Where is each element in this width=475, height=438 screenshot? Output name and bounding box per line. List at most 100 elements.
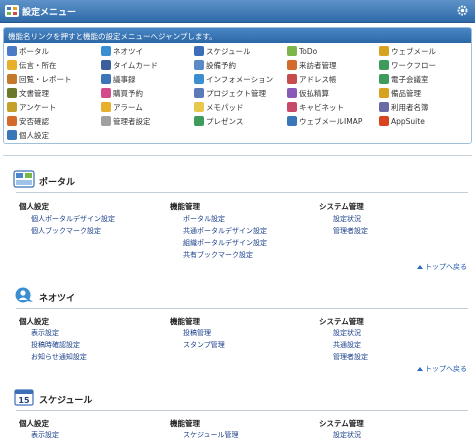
e-conference-icon bbox=[379, 74, 389, 84]
menu-item-expense[interactable]: 仮払精算 bbox=[287, 87, 329, 99]
menu-item-purchase[interactable]: 購買予約 bbox=[101, 87, 143, 99]
schedule-icon bbox=[194, 46, 204, 56]
menu-item-webmail[interactable]: ウェブメール bbox=[379, 45, 436, 57]
menu-item-workflow[interactable]: ワークフロー bbox=[379, 59, 436, 71]
presence-icon bbox=[194, 116, 204, 126]
link-display-settings[interactable]: 表示設定 bbox=[31, 328, 59, 338]
menu-item-facility[interactable]: 設備予約 bbox=[194, 59, 236, 71]
gear-icon[interactable] bbox=[456, 4, 469, 17]
menu-item-address-book[interactable]: アドレス帳 bbox=[287, 73, 337, 85]
survey-icon bbox=[7, 102, 17, 112]
todo-icon bbox=[287, 46, 297, 56]
column-heading-system: システム管理 bbox=[319, 419, 364, 428]
menu-item-todo[interactable]: ToDo bbox=[287, 45, 317, 57]
menu-item-information[interactable]: インフォメーション bbox=[194, 73, 273, 85]
link-org-portal-design[interactable]: 組織ポータルデザイン設定 bbox=[183, 238, 267, 248]
link-common-portal-design[interactable]: 共通ポータルデザイン設定 bbox=[183, 226, 267, 236]
visitor-icon bbox=[287, 60, 297, 70]
link-notification-settings[interactable]: お知らせ通知設定 bbox=[31, 352, 87, 362]
menu-item-user-list[interactable]: 利用者名簿 bbox=[379, 101, 429, 113]
settings-sections: ポータル 個人設定 個人ポータルデザイン設定 個人ブックマーク設定 機能管理 ポ… bbox=[3, 155, 472, 438]
column-heading-system: システム管理 bbox=[319, 202, 364, 211]
address-book-icon bbox=[287, 74, 297, 84]
menu-description: 機能名リンクを押すと機能の設定メニューへジャンプします。 bbox=[4, 28, 471, 43]
menu-item-cabinet[interactable]: キャビネット bbox=[287, 101, 344, 113]
section-divider bbox=[16, 308, 468, 309]
back-to-top-link[interactable]: トップへ戻る bbox=[417, 364, 467, 374]
column-heading-personal: 個人設定 bbox=[19, 202, 49, 211]
link-config-status[interactable]: 設定状況 bbox=[333, 328, 361, 338]
section-divider bbox=[16, 410, 468, 411]
menu-item-safety[interactable]: 安否確認 bbox=[7, 115, 49, 127]
link-admin-settings[interactable]: 管理者設定 bbox=[333, 352, 368, 362]
menu-item-project[interactable]: プロジェクト管理 bbox=[194, 87, 266, 99]
menu-item-document[interactable]: 文書管理 bbox=[7, 87, 49, 99]
link-post-confirm-settings[interactable]: 投稿時確認設定 bbox=[31, 340, 80, 350]
timecard-icon bbox=[101, 60, 111, 70]
menu-item-circular[interactable]: 回覧・レポート bbox=[7, 73, 72, 85]
equipment-icon bbox=[379, 88, 389, 98]
menu-item-appsuite[interactable]: AppSuite bbox=[379, 115, 425, 127]
link-admin-settings[interactable]: 管理者設定 bbox=[333, 226, 368, 236]
link-schedule-management[interactable]: スケジュール管理 bbox=[183, 430, 239, 438]
settings-menu-panel: 機能名リンクを押すと機能の設定メニューへジャンプします。 ポータル ネオツイ スケジ… bbox=[3, 27, 472, 144]
link-personal-portal-design[interactable]: 個人ポータルデザイン設定 bbox=[31, 214, 115, 224]
link-shared-bookmark[interactable]: 共有ブックマーク設定 bbox=[183, 250, 253, 260]
section-title-neotwi: ネオツイ bbox=[39, 294, 76, 304]
column-heading-function: 機能管理 bbox=[170, 317, 200, 326]
menu-item-message[interactable]: 伝言・所在 bbox=[7, 59, 57, 71]
menu-item-minutes[interactable]: 議事録 bbox=[101, 73, 136, 85]
link-config-status[interactable]: 設定状況 bbox=[333, 430, 361, 438]
top-bar: 設定メニュー bbox=[0, 0, 475, 23]
link-config-status[interactable]: 設定状況 bbox=[333, 214, 361, 224]
circular-icon bbox=[7, 74, 17, 84]
webmail-icon bbox=[379, 46, 389, 56]
menu-item-survey[interactable]: アンケート bbox=[7, 101, 56, 113]
menu-item-memopad[interactable]: メモパッド bbox=[194, 101, 244, 113]
menu-item-neotwi[interactable]: ネオツイ bbox=[101, 45, 143, 57]
menu-item-personal-settings[interactable]: 個人設定 bbox=[7, 129, 49, 141]
column-heading-personal: 個人設定 bbox=[19, 419, 49, 428]
portal-icon bbox=[7, 46, 17, 56]
portal-section-icon bbox=[13, 170, 35, 188]
alarm-icon bbox=[101, 102, 111, 112]
link-display-settings[interactable]: 表示設定 bbox=[31, 430, 59, 438]
menu-item-webmail-imap[interactable]: ウェブメールIMAP bbox=[287, 115, 362, 127]
column-heading-personal: 個人設定 bbox=[19, 317, 49, 326]
minutes-icon bbox=[101, 74, 111, 84]
back-to-top-link[interactable]: トップへ戻る bbox=[417, 262, 467, 272]
link-stamp-management[interactable]: スタンプ管理 bbox=[183, 340, 225, 350]
menu-item-schedule[interactable]: スケジュール bbox=[194, 45, 250, 57]
user-list-icon bbox=[379, 102, 389, 112]
link-post-management[interactable]: 投稿管理 bbox=[183, 328, 211, 338]
settings-menu-logo-icon bbox=[5, 5, 19, 17]
purchase-icon bbox=[101, 88, 111, 98]
svg-text:15: 15 bbox=[18, 396, 30, 405]
menu-item-visitor[interactable]: 来訪者管理 bbox=[287, 59, 337, 71]
link-portal-settings[interactable]: ポータル設定 bbox=[183, 214, 225, 224]
menu-item-equipment[interactable]: 備品管理 bbox=[379, 87, 421, 99]
menu-item-e-conference[interactable]: 電子会議室 bbox=[379, 73, 429, 85]
memopad-icon bbox=[194, 102, 204, 112]
appsuite-icon bbox=[379, 116, 389, 126]
neotwi-section-icon bbox=[15, 287, 33, 303]
project-icon bbox=[194, 88, 204, 98]
menu-item-alarm[interactable]: アラーム bbox=[101, 101, 143, 113]
facility-icon bbox=[194, 60, 204, 70]
section-title-portal: ポータル bbox=[39, 178, 76, 188]
webmail-imap-icon bbox=[287, 116, 297, 126]
arrow-up-icon bbox=[417, 367, 423, 371]
personal-settings-icon bbox=[7, 130, 17, 140]
column-heading-system: システム管理 bbox=[319, 317, 364, 326]
menu-item-presence[interactable]: プレゼンス bbox=[194, 115, 243, 127]
column-heading-function: 機能管理 bbox=[170, 202, 200, 211]
page-title: 設定メニュー bbox=[22, 8, 77, 18]
column-heading-function: 機能管理 bbox=[170, 419, 200, 428]
link-personal-bookmark[interactable]: 個人ブックマーク設定 bbox=[31, 226, 101, 236]
menu-item-timecard[interactable]: タイムカード bbox=[101, 59, 158, 71]
link-common-settings[interactable]: 共通設定 bbox=[333, 340, 361, 350]
schedule-section-icon: 15 bbox=[14, 389, 34, 406]
menu-item-portal[interactable]: ポータル bbox=[7, 45, 49, 57]
menu-item-admin-settings[interactable]: 管理者設定 bbox=[101, 115, 151, 127]
safety-icon bbox=[7, 116, 17, 126]
